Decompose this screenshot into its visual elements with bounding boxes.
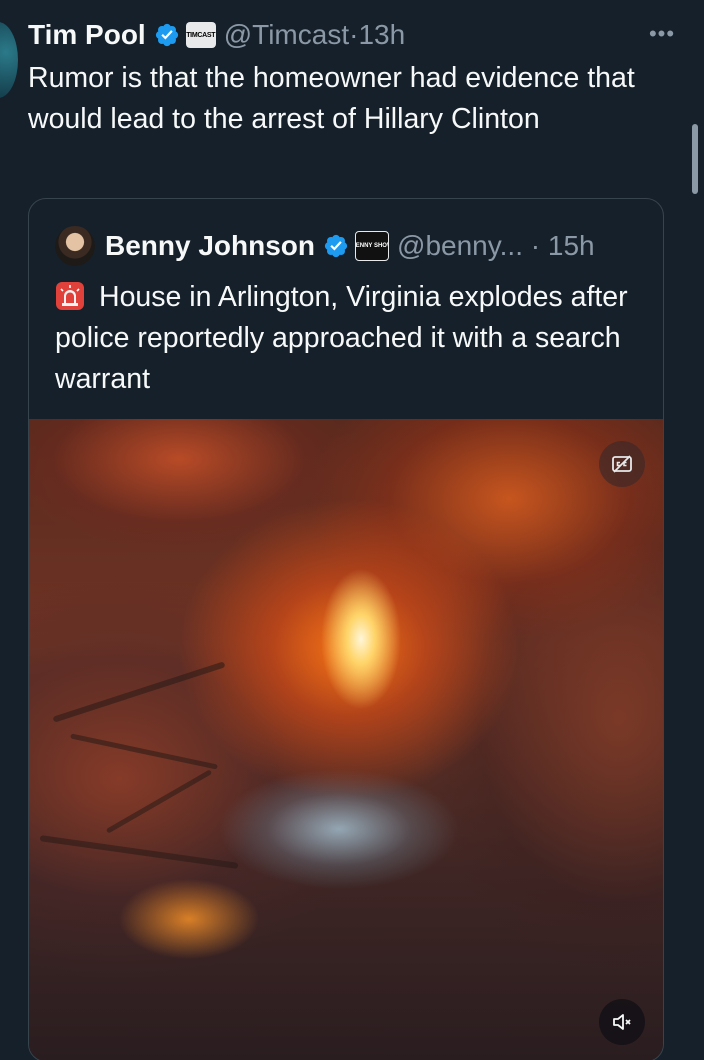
explosion-video[interactable] xyxy=(29,419,663,1060)
tree-branch-silhouette xyxy=(70,733,218,770)
quoted-tweet-card[interactable]: Benny Johnson BENNY SHOW @benny... · 15h xyxy=(28,198,664,1060)
unmute-button[interactable] xyxy=(599,999,645,1045)
affiliate-badge[interactable]: TIMCAST xyxy=(185,22,216,48)
author-name[interactable]: Tim Pool xyxy=(28,19,146,51)
tweet-text: Rumor is that the homeowner had evidence… xyxy=(28,62,635,135)
scrollbar-thumb[interactable] xyxy=(692,124,698,194)
captions-off-icon xyxy=(612,455,632,473)
quote-header: Benny Johnson BENNY SHOW @benny... · 15h xyxy=(55,225,595,267)
verified-badge-icon xyxy=(323,233,349,259)
verified-badge-icon xyxy=(154,22,180,48)
quote-author-handle: @benny... xyxy=(397,230,523,261)
tweet-header: Tim Pool TIMCAST @Timcast·13h ••• xyxy=(28,14,684,56)
tweet-page: Tim Pool TIMCAST @Timcast·13h ••• Rumor … xyxy=(0,0,704,1060)
more-icon: ••• xyxy=(648,21,676,46)
separator-dot: · xyxy=(530,230,541,261)
volume-muted-icon xyxy=(613,1014,631,1030)
quote-affiliate-badge: BENNY SHOW xyxy=(355,231,390,261)
tree-branch-silhouette xyxy=(52,661,226,723)
quote-handle-time: @benny... · 15h xyxy=(397,230,595,262)
quote-author-name: Benny Johnson xyxy=(105,230,316,261)
tree-branch-silhouette xyxy=(39,835,239,869)
handle-time: @Timcast·13h xyxy=(224,19,405,51)
timestamp[interactable]: 13h xyxy=(358,19,405,50)
author-handle[interactable]: @Timcast xyxy=(224,19,349,50)
police-siren-icon xyxy=(55,281,85,311)
tree-branch-silhouette xyxy=(105,769,213,834)
quote-author-avatar xyxy=(55,226,95,266)
captions-toggle-button[interactable] xyxy=(599,441,645,487)
more-options-button[interactable]: ••• xyxy=(644,16,680,52)
quote-text: House in Arlington, Virginia explodes af… xyxy=(55,281,628,395)
quote-timestamp: 15h xyxy=(547,230,595,261)
author-avatar[interactable] xyxy=(0,22,18,98)
quote-text-container: House in Arlington, Virginia explodes af… xyxy=(55,277,645,400)
